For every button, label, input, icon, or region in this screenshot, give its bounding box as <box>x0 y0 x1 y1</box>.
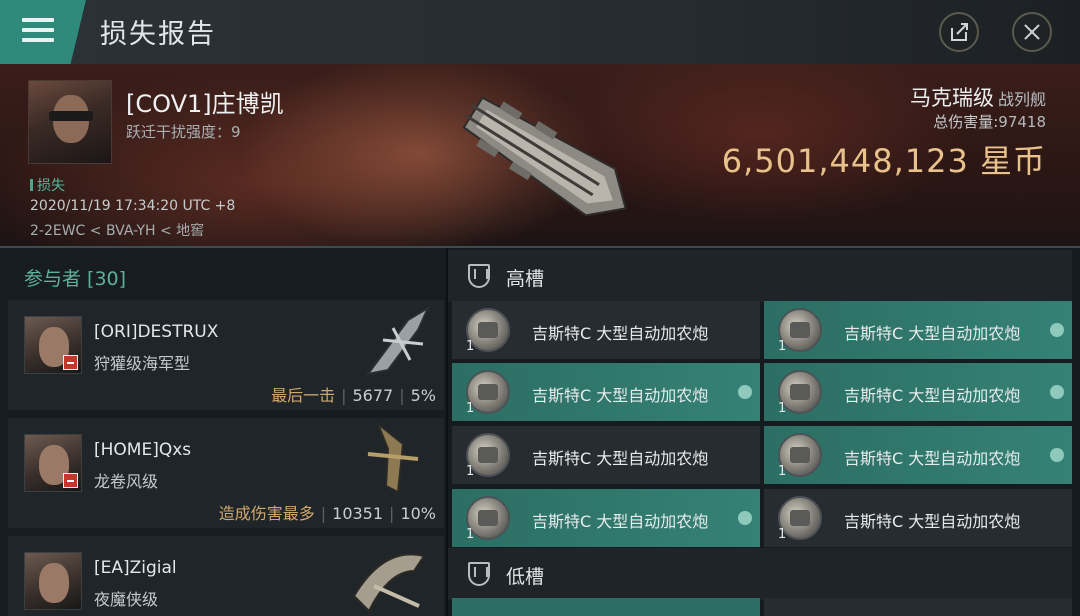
module-item[interactable]: 1 吉斯特C 大型自动加农炮 <box>452 301 760 359</box>
victim-ship-title[interactable]: 马克瑞级 战列舰 <box>910 82 1046 112</box>
participant-ship: 狩獾级海军型 <box>94 354 191 373</box>
victim-name[interactable]: [COV1]庄博凯 <box>126 84 284 119</box>
module-quantity: 1 <box>778 401 787 416</box>
dropped-indicator-icon <box>1050 323 1064 337</box>
participant-ship: 夜魔侠级 <box>94 590 159 609</box>
module-quantity: 1 <box>778 527 787 542</box>
page-title: 损失报告 <box>100 19 216 50</box>
module-item[interactable]: 1 吉斯特C 大型自动加农炮 <box>764 363 1072 421</box>
dropped-indicator-icon <box>738 385 752 399</box>
module-name: 吉斯特C 大型自动加农炮 <box>532 449 709 468</box>
participant-name: [HOME]Qxs <box>94 440 192 460</box>
module-quantity: 1 <box>778 339 787 354</box>
module-item[interactable] <box>452 598 760 616</box>
module-item[interactable]: 1 吉斯特C 大型自动加农炮 <box>764 489 1072 547</box>
module-item[interactable]: 1 吉斯特C 大型自动加农炮 <box>452 363 760 421</box>
participant-ship-image <box>367 420 419 494</box>
low-slot-label: 低槽 <box>506 566 545 588</box>
victim-avatar[interactable] <box>28 80 112 164</box>
module-name: 吉斯特C 大型自动加农炮 <box>844 386 1021 405</box>
total-damage-value: 97418 <box>998 113 1046 131</box>
module-name: 吉斯特C 大型自动加农炮 <box>532 512 709 531</box>
module-quantity: 1 <box>778 464 787 479</box>
module-name: 吉斯特C 大型自动加农炮 <box>532 324 709 343</box>
dropped-indicator-icon <box>738 511 752 525</box>
kill-location[interactable]: 2-2EWC < BVA-YH < 地窖 <box>30 220 204 240</box>
close-button[interactable] <box>1012 12 1052 52</box>
module-item[interactable] <box>764 598 1072 616</box>
victim-ship-image[interactable] <box>440 70 650 245</box>
participant-ship-image <box>352 553 426 613</box>
low-slot-icon <box>468 562 490 586</box>
participant-row[interactable]: [ORI]DESTRUX 狩獾级海军型 最后一击 | 5677 | 5% <box>8 300 444 410</box>
module-name: 吉斯特C 大型自动加农炮 <box>844 449 1021 468</box>
module-name: 吉斯特C 大型自动加农炮 <box>844 512 1021 531</box>
participant-avatar[interactable] <box>24 316 82 374</box>
high-slot-header: 高槽 <box>448 250 1072 302</box>
share-button[interactable] <box>939 12 979 52</box>
module-item[interactable]: 1 吉斯特C 大型自动加农炮 <box>764 426 1072 484</box>
participant-row[interactable]: [HOME]Qxs 龙卷风级 造成伤害最多 | 10351 | 10% <box>8 418 444 528</box>
module-name: 吉斯特C 大型自动加农炮 <box>844 324 1021 343</box>
participant-percent: 5% <box>410 386 436 405</box>
participant-avatar[interactable] <box>24 552 82 610</box>
module-quantity: 1 <box>466 464 475 479</box>
kill-timestamp: 2020/11/19 17:34:20 UTC +8 <box>30 198 236 214</box>
hostile-badge-icon <box>63 355 78 370</box>
participant-stats: 最后一击 | 5677 | 5% <box>271 386 436 405</box>
share-icon <box>951 23 968 41</box>
ship-name: 马克瑞级 <box>909 86 994 110</box>
module-item[interactable]: 1 吉斯特C 大型自动加农炮 <box>452 489 760 547</box>
hamburger-icon <box>22 18 54 44</box>
participant-name: [ORI]DESTRUX <box>94 322 219 342</box>
ship-class: 战列舰 <box>997 90 1046 109</box>
dropped-indicator-icon <box>1050 448 1064 462</box>
high-slot-icon <box>468 264 490 288</box>
hostile-badge-icon <box>63 473 78 488</box>
participants-title: 参与者 [30] <box>24 268 127 290</box>
final-blow-tag: 最后一击 <box>271 386 336 405</box>
participant-name: [EA]Zigial <box>94 558 177 578</box>
participant-row[interactable]: [EA]Zigial 夜魔侠级 <box>8 536 444 616</box>
module-quantity: 1 <box>466 401 475 416</box>
total-damage-label: 总伤害量: <box>933 113 999 131</box>
participant-ship: 龙卷风级 <box>94 472 159 491</box>
high-slot-label: 高槽 <box>506 268 545 290</box>
participant-stats: 造成伤害最多 | 10351 | 10% <box>218 504 436 523</box>
module-quantity: 1 <box>466 339 475 354</box>
top-damage-tag: 造成伤害最多 <box>218 504 315 523</box>
participant-damage: 5677 <box>352 386 394 405</box>
warp-disruption-strength: 跃迁干扰强度：9 <box>126 123 241 141</box>
isk-value: 6,501,448,123 星币 <box>721 142 1046 180</box>
participant-percent: 10% <box>400 504 436 523</box>
loss-status: 损失 <box>30 175 65 195</box>
participant-avatar[interactable] <box>24 434 82 492</box>
module-item[interactable]: 1 吉斯特C 大型自动加农炮 <box>764 301 1072 359</box>
module-item[interactable]: 1 吉斯特C 大型自动加农炮 <box>452 426 760 484</box>
participant-damage: 10351 <box>332 504 384 523</box>
dropped-indicator-icon <box>1050 385 1064 399</box>
low-slot-header: 低槽 <box>448 548 1072 600</box>
module-quantity: 1 <box>466 527 475 542</box>
total-damage: 总伤害量:97418 <box>933 111 1046 132</box>
module-name: 吉斯特C 大型自动加农炮 <box>532 386 709 405</box>
participant-ship-image <box>365 305 431 376</box>
